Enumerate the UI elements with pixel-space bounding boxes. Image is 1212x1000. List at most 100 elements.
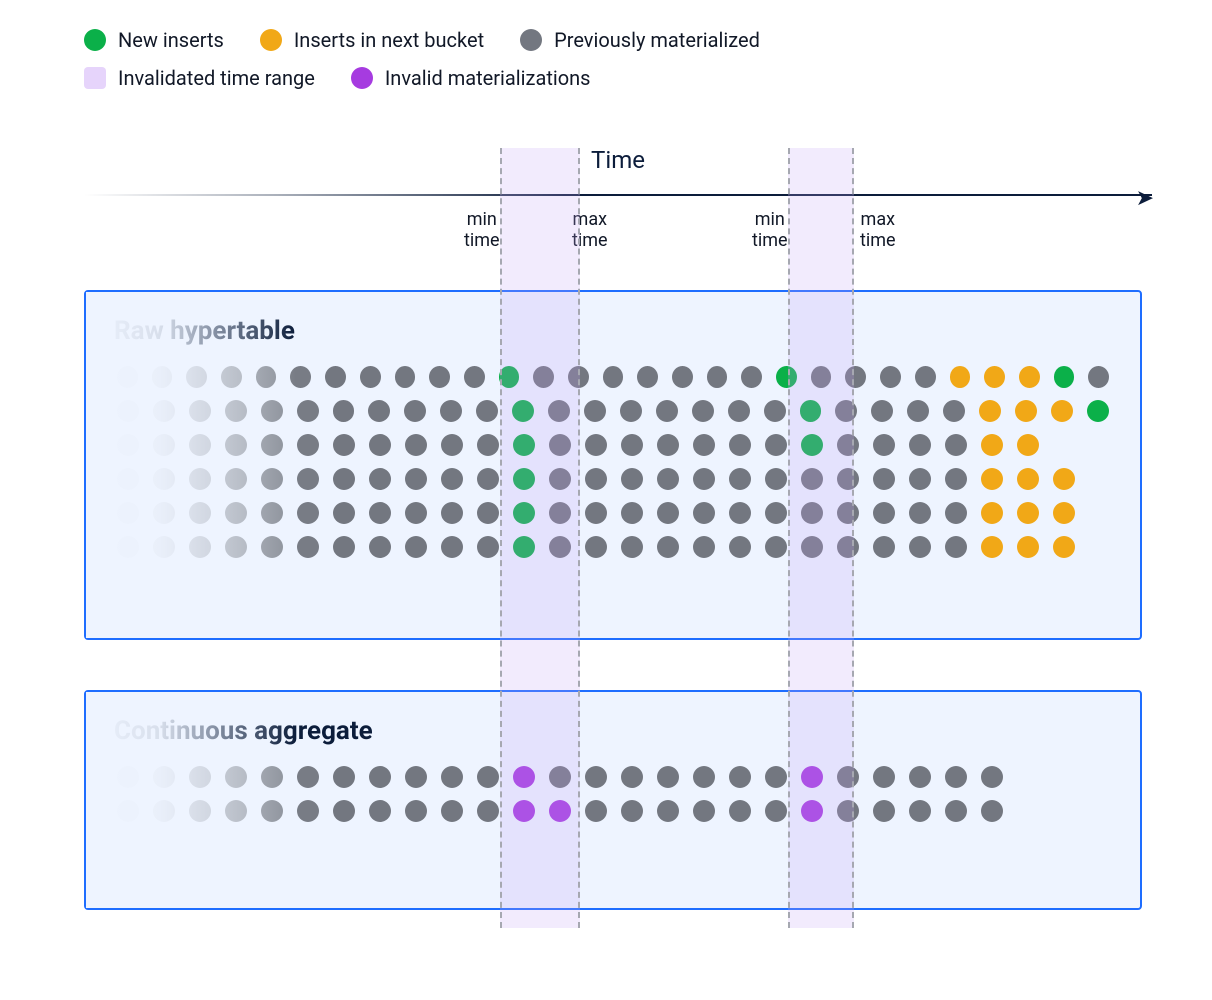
data-dot	[477, 468, 499, 490]
data-dot	[477, 800, 499, 822]
data-dot	[441, 502, 463, 524]
data-dot	[765, 434, 787, 456]
dot-row	[110, 794, 1116, 828]
dot-row	[110, 496, 1116, 530]
data-dot	[189, 400, 211, 422]
dot-row	[110, 360, 1116, 394]
data-dot	[297, 400, 319, 422]
data-dot	[945, 766, 967, 788]
data-dot	[621, 536, 643, 558]
data-dot	[325, 366, 346, 388]
data-dot	[221, 366, 242, 388]
data-dot	[657, 434, 679, 456]
data-dot	[981, 536, 1003, 558]
axis-tick: mintime	[752, 210, 788, 251]
data-dot	[729, 800, 751, 822]
data-dot	[405, 536, 427, 558]
data-dot	[1053, 468, 1075, 490]
dot-row	[110, 530, 1116, 564]
data-dot	[360, 366, 381, 388]
data-dot	[603, 366, 624, 388]
data-dot	[225, 800, 247, 822]
data-dot	[297, 502, 319, 524]
legend-label: Inserts in next bucket	[294, 28, 484, 52]
data-dot	[873, 468, 895, 490]
data-dot	[729, 434, 751, 456]
data-dot	[945, 502, 967, 524]
data-dot	[369, 536, 391, 558]
data-dot	[621, 468, 643, 490]
axis-tick: maxtime	[860, 210, 896, 251]
data-dot	[153, 502, 175, 524]
data-dot	[765, 536, 787, 558]
data-dot	[477, 766, 499, 788]
data-dot	[369, 766, 391, 788]
data-dot	[764, 400, 786, 422]
panel-title: Continuous aggregate	[114, 716, 1112, 746]
data-dot	[585, 766, 607, 788]
invalidated-band	[500, 148, 580, 928]
data-dot	[1017, 468, 1039, 490]
data-dot	[333, 400, 355, 422]
data-dot	[880, 366, 901, 388]
axis-label: Time	[591, 146, 645, 174]
data-dot	[369, 468, 391, 490]
data-dot	[117, 400, 139, 422]
data-dot	[369, 434, 391, 456]
data-dot	[621, 766, 643, 788]
legend-label: Invalid materializations	[385, 66, 591, 90]
data-dot	[945, 800, 967, 822]
data-dot	[117, 366, 138, 388]
data-dot	[693, 468, 715, 490]
data-dot	[189, 502, 211, 524]
panel-continuous-aggregate: Continuous aggregate	[84, 690, 1142, 910]
dot-row	[110, 760, 1116, 794]
data-dot	[405, 502, 427, 524]
data-dot	[873, 800, 895, 822]
data-dot	[909, 800, 931, 822]
data-dot	[261, 434, 283, 456]
data-dot	[943, 400, 965, 422]
data-dot	[256, 366, 277, 388]
invalidated-band	[788, 148, 854, 928]
data-dot	[692, 400, 714, 422]
data-dot	[915, 366, 936, 388]
data-dot	[405, 800, 427, 822]
data-dot	[729, 502, 751, 524]
data-dot	[225, 434, 247, 456]
data-dot	[189, 800, 211, 822]
data-dot	[909, 434, 931, 456]
data-dot	[1054, 366, 1075, 388]
data-dot	[707, 366, 728, 388]
data-dot	[153, 434, 175, 456]
data-dot	[186, 366, 207, 388]
time-axis: Time ➤	[84, 152, 1152, 208]
data-dot	[981, 502, 1003, 524]
data-dot	[693, 536, 715, 558]
data-dot	[621, 502, 643, 524]
data-dot	[117, 468, 139, 490]
data-dot	[153, 400, 175, 422]
data-dot	[369, 800, 391, 822]
data-dot	[369, 502, 391, 524]
data-dot	[950, 366, 971, 388]
data-dot	[909, 766, 931, 788]
legend-item: New inserts	[84, 28, 224, 52]
data-dot	[945, 468, 967, 490]
data-dot	[189, 766, 211, 788]
data-dot	[728, 400, 750, 422]
legend-item: Inserts in next bucket	[260, 28, 484, 52]
data-dot	[189, 434, 211, 456]
data-dot	[297, 434, 319, 456]
data-dot	[441, 468, 463, 490]
data-dot	[405, 434, 427, 456]
data-dot	[979, 400, 1001, 422]
data-dot	[395, 366, 416, 388]
data-dot	[693, 766, 715, 788]
data-dot	[225, 766, 247, 788]
data-dot	[873, 536, 895, 558]
legend-swatch-dot	[260, 29, 282, 51]
data-dot	[693, 800, 715, 822]
data-dot	[693, 434, 715, 456]
data-dot	[261, 800, 283, 822]
